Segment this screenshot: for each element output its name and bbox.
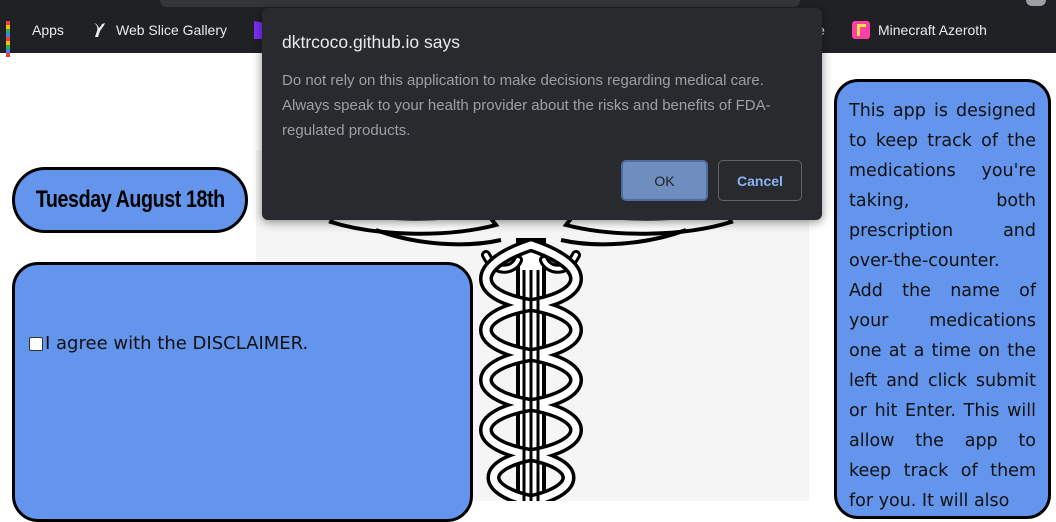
address-bar-edge[interactable] xyxy=(160,0,800,7)
disclaimer-panel: I agree with the DISCLAIMER. xyxy=(12,262,473,522)
app-info-text: This app is designed to keep track of th… xyxy=(849,101,1036,511)
disclaimer-checkbox-label: I agree with the DISCLAIMER. xyxy=(45,333,309,354)
web-slice-icon xyxy=(90,21,108,39)
date-display: Tuesday August 18th xyxy=(12,167,248,233)
alert-dialog: dktrcoco.github.io says Do not rely on t… xyxy=(262,8,822,220)
apps-grid-icon xyxy=(6,21,24,57)
date-text: Tuesday August 18th xyxy=(35,186,225,213)
app-info-panel: This app is designed to keep track of th… xyxy=(834,79,1051,519)
bookmark-label: Web Slice Gallery xyxy=(116,22,228,38)
ok-button[interactable]: OK xyxy=(621,160,708,201)
bookmark-label: Apps xyxy=(32,22,64,38)
bookmark-minecraft-azeroth[interactable]: Minecraft Azeroth xyxy=(852,19,987,41)
dialog-message: Do not rely on this application to make … xyxy=(282,72,771,139)
cancel-button[interactable]: Cancel xyxy=(718,160,802,201)
bookmark-apps[interactable]: Apps xyxy=(6,19,64,57)
dialog-title: dktrcoco.github.io says xyxy=(282,32,461,52)
disclaimer-checkbox[interactable] xyxy=(29,336,43,351)
disclaimer-agree-row[interactable]: I agree with the DISCLAIMER. xyxy=(29,333,308,354)
extension-icon[interactable] xyxy=(1026,0,1046,6)
bookmark-label: Minecraft Azeroth xyxy=(878,22,987,38)
minecraft-icon xyxy=(852,21,870,39)
bookmark-web-slice-gallery[interactable]: Web Slice Gallery xyxy=(90,19,227,41)
